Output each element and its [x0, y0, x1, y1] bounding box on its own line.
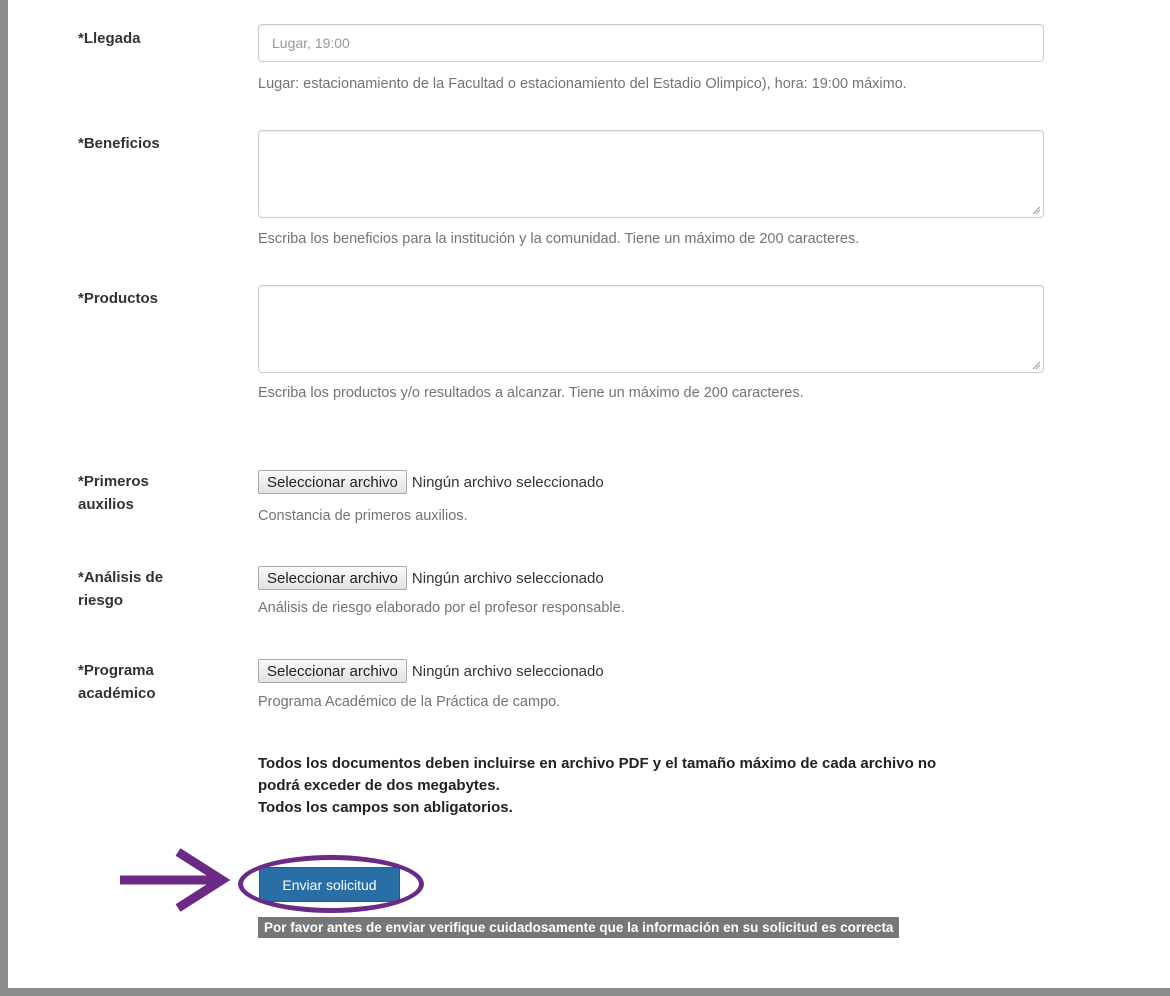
- productos-textarea[interactable]: [258, 285, 1044, 373]
- annotation-arrow-icon: [120, 848, 231, 912]
- pdf-requirement-notice: Todos los documentos deben incluirse en …: [258, 753, 1058, 819]
- page-frame-left: [0, 0, 8, 996]
- label-line: *Programa: [78, 662, 154, 679]
- beneficios-textarea[interactable]: [258, 130, 1044, 218]
- resize-grip-icon[interactable]: [1032, 206, 1040, 214]
- page-frame-bottom: [0, 988, 1170, 996]
- programa-academico-label: *Programa académico: [78, 659, 238, 705]
- beneficios-label: *Beneficios: [78, 135, 160, 152]
- llegada-help: Lugar: estacionamiento de la Facultad o …: [258, 76, 907, 92]
- primeros-auxilios-file-input[interactable]: Seleccionar archivo Ningún archivo selec…: [258, 470, 604, 494]
- productos-label: *Productos: [78, 290, 159, 307]
- llegada-label: *Llegada: [78, 30, 141, 47]
- analisis-riesgo-file-input[interactable]: Seleccionar archivo Ningún archivo selec…: [258, 566, 604, 590]
- select-file-button[interactable]: Seleccionar archivo: [258, 470, 407, 494]
- file-status: Ningún archivo seleccionado: [411, 662, 604, 680]
- primeros-auxilios-label: *Primeros auxilios: [78, 470, 238, 516]
- primeros-auxilios-help: Constancia de primeros auxilios.: [258, 508, 468, 524]
- analisis-riesgo-label: *Análisis de riesgo: [78, 566, 238, 612]
- notice-line: Todos los campos son abligatorios.: [258, 799, 513, 816]
- llegada-input[interactable]: Lugar, 19:00: [258, 24, 1044, 62]
- select-file-button[interactable]: Seleccionar archivo: [258, 566, 407, 590]
- resize-grip-icon[interactable]: [1032, 361, 1040, 369]
- programa-academico-help: Programa Académico de la Práctica de cam…: [258, 694, 561, 710]
- label-line: *Análisis de: [78, 569, 164, 586]
- annotation-highlight-ellipse: [238, 855, 424, 913]
- programa-academico-file-input[interactable]: Seleccionar archivo Ningún archivo selec…: [258, 659, 604, 683]
- notice-line: podrá exceder de dos megabytes.: [258, 777, 500, 794]
- label-line: auxilios: [78, 496, 134, 513]
- beneficios-help: Escriba los beneficios para la instituci…: [258, 231, 860, 247]
- notice-line: Todos los documentos deben incluirse en …: [258, 755, 937, 772]
- label-line: *Primeros: [78, 473, 149, 490]
- file-status: Ningún archivo seleccionado: [411, 473, 604, 491]
- analisis-riesgo-help: Análisis de riesgo elaborado por el prof…: [258, 600, 625, 616]
- label-line: académico: [78, 685, 156, 702]
- productos-help: Escriba los productos y/o resultados a a…: [258, 385, 804, 401]
- select-file-button[interactable]: Seleccionar archivo: [258, 659, 407, 683]
- file-status: Ningún archivo seleccionado: [411, 569, 604, 587]
- label-line: riesgo: [78, 592, 124, 609]
- verification-warning-badge: Por favor antes de enviar verifique cuid…: [258, 917, 900, 938]
